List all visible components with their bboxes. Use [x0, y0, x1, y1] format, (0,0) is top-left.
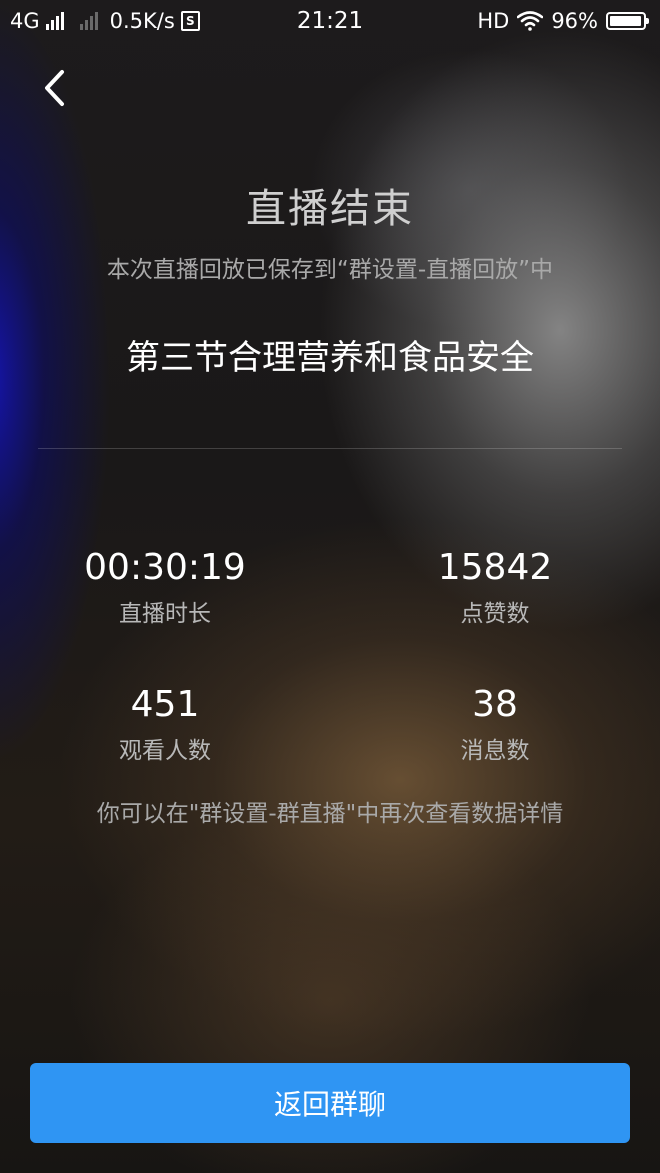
return-to-group-chat-button[interactable]: 返回群聊	[30, 1063, 630, 1143]
stat-likes-value: 15842	[437, 547, 553, 588]
data-details-hint: 你可以在"群设置-群直播"中再次查看数据详情	[96, 801, 564, 827]
divider	[38, 448, 622, 449]
battery-fill	[610, 16, 641, 26]
stat-likes-label: 点赞数	[460, 601, 530, 627]
status-right: HD 96%	[477, 9, 649, 33]
stat-messages-label: 消息数	[460, 738, 530, 764]
battery-icon	[606, 12, 649, 30]
stat-messages: 38 消息数	[345, 683, 645, 765]
stat-viewers: 451 观看人数	[15, 683, 315, 765]
stat-duration: 00:30:19 直播时长	[15, 546, 315, 628]
wifi-icon	[517, 11, 544, 31]
status-bar: 4G 0.5K/s S 21:21 HD 96%	[0, 0, 660, 44]
back-button[interactable]	[30, 64, 78, 112]
stat-duration-value: 00:30:19	[84, 547, 246, 588]
replay-saved-note: 本次直播回放已保存到“群设置-直播回放”中	[106, 257, 554, 283]
stat-messages-value: 38	[472, 684, 518, 725]
chevron-left-icon	[45, 70, 64, 106]
stat-viewers-value: 451	[130, 684, 200, 725]
page-title: 直播结束	[246, 186, 414, 232]
live-title: 第三节合理营养和食品安全	[126, 338, 534, 378]
stat-duration-label: 直播时长	[119, 601, 211, 627]
battery-percent: 96%	[551, 9, 598, 33]
stat-viewers-label: 观看人数	[119, 738, 211, 764]
hd-label: HD	[477, 9, 510, 33]
stat-likes: 15842 点赞数	[345, 546, 645, 628]
